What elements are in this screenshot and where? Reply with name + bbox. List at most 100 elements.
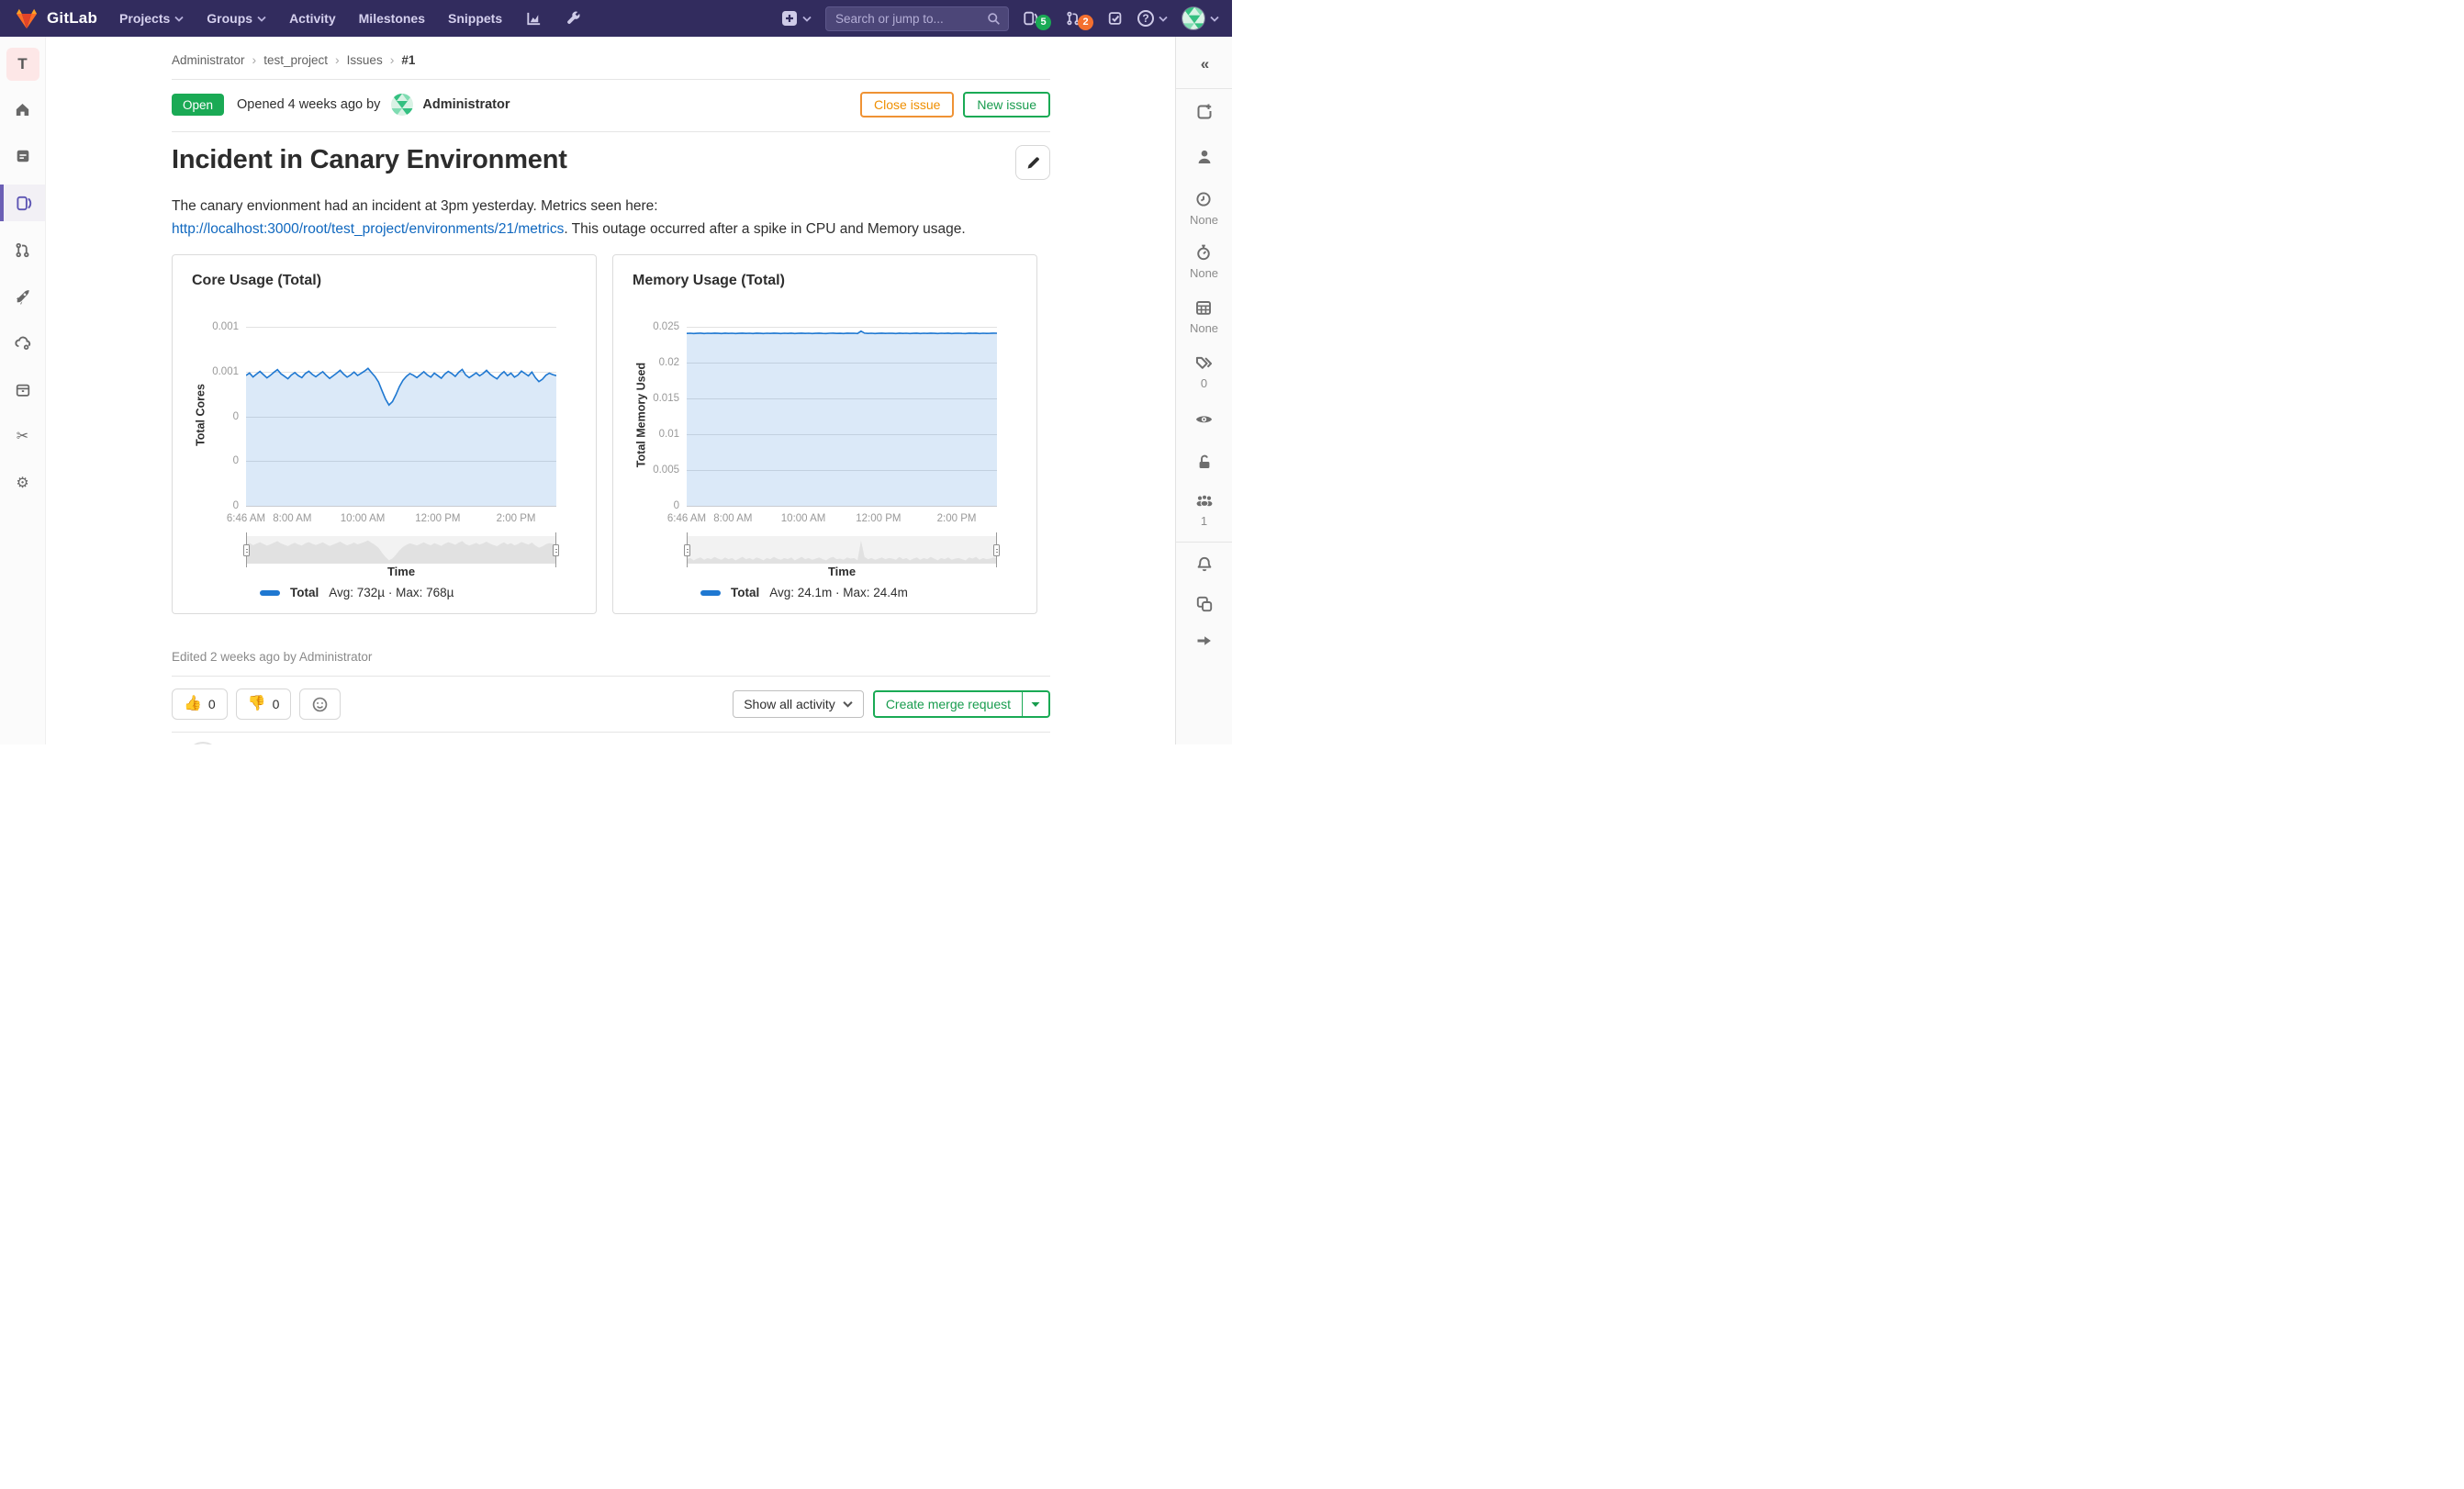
- sidebar-item-issues[interactable]: [0, 185, 45, 221]
- breadcrumb: Administrator › test_project › Issues › …: [172, 37, 1050, 80]
- chart-series: [687, 330, 997, 506]
- memory-usage-chart-card: Memory Usage (Total) Total Memory Used 0…: [612, 254, 1037, 614]
- participants-button[interactable]: 1: [1194, 491, 1215, 528]
- sidebar-item-operations[interactable]: [0, 325, 45, 362]
- legend-swatch: [260, 589, 280, 596]
- add-reaction-button[interactable]: [299, 689, 342, 720]
- project-avatar[interactable]: T: [6, 48, 39, 81]
- merge-requests-button[interactable]: 2: [1065, 10, 1093, 30]
- participants-count: 1: [1200, 514, 1208, 528]
- nav-activity[interactable]: Activity: [289, 11, 336, 26]
- user-menu-button[interactable]: [1182, 6, 1219, 30]
- milestone-button[interactable]: None: [1190, 190, 1218, 227]
- labels-button[interactable]: 0: [1194, 353, 1214, 390]
- scissors-icon: ✂: [16, 429, 29, 444]
- nav-groups[interactable]: Groups: [207, 11, 266, 26]
- y-axis-tick: 0: [232, 410, 239, 422]
- chart-legend[interactable]: Total Avg: 732µ · Max: 768µ: [260, 586, 454, 599]
- sidebar-item-snippets[interactable]: ✂: [0, 419, 45, 455]
- divider: [1176, 88, 1232, 89]
- chart-title: Memory Usage (Total): [633, 273, 785, 288]
- create-merge-request-button[interactable]: Create merge request: [875, 692, 1023, 716]
- todo-add-button[interactable]: [1195, 103, 1214, 121]
- y-axis-tick: 0.01: [658, 429, 679, 440]
- admin-wrench-icon[interactable]: [566, 10, 582, 27]
- new-menu-button[interactable]: [781, 10, 812, 27]
- sidebar-item-settings[interactable]: ⚙: [0, 465, 45, 502]
- chart-plot-area[interactable]: [246, 327, 556, 507]
- pencil-icon: [1027, 156, 1039, 169]
- breadcrumb-issues[interactable]: Issues: [347, 53, 383, 67]
- sidebar-item-packages[interactable]: [0, 372, 45, 409]
- create-merge-request-split-button: Create merge request: [872, 690, 1050, 718]
- cloud-gear-icon: [14, 336, 30, 350]
- chevron-down-icon: [257, 16, 266, 22]
- thumbs-up-icon: 👍: [184, 696, 202, 711]
- breadcrumb-separator: ›: [389, 52, 395, 67]
- x-axis-tick: 8:00 AM: [713, 513, 753, 524]
- opened-text: Opened 4 weeks ago by: [237, 97, 381, 112]
- thumbs-down-button[interactable]: 👎 0: [235, 689, 292, 720]
- y-axis-tick: 0.001: [212, 321, 239, 332]
- scrubber-left-handle[interactable]: [243, 544, 250, 556]
- global-search[interactable]: [825, 6, 1009, 31]
- confidentiality-button[interactable]: [1194, 409, 1214, 429]
- chart-series: [246, 367, 556, 506]
- sidebar-item-repository[interactable]: [0, 138, 45, 174]
- award-emoji-row: 👍 0 👎 0 Show all activity Create merge r…: [172, 689, 1050, 720]
- brand-name[interactable]: GitLab: [47, 9, 97, 28]
- sidebar-item-merge-requests[interactable]: [0, 231, 45, 268]
- metrics-link[interactable]: http://localhost:3000/root/test_project/…: [172, 221, 564, 237]
- nav-milestones[interactable]: Milestones: [359, 11, 425, 26]
- edit-issue-button[interactable]: [1015, 145, 1050, 180]
- chart-zoom-scrubber[interactable]: [684, 532, 1000, 567]
- time-tracking-button[interactable]: None: [1190, 243, 1218, 280]
- charts-icon[interactable]: [525, 10, 543, 28]
- gitlab-logo[interactable]: GitLab: [15, 7, 97, 30]
- chevron-down-icon: [174, 16, 184, 22]
- copy-reference-button[interactable]: [1195, 595, 1214, 613]
- due-date-button[interactable]: None: [1190, 298, 1218, 335]
- top-navbar: GitLab Projects Groups Activity Mileston…: [0, 0, 1232, 37]
- scrubber-right-handle[interactable]: [553, 544, 559, 556]
- issue-title: Incident in Canary Environment: [172, 145, 567, 174]
- assignee-button[interactable]: [1195, 148, 1214, 166]
- scrubber-left-handle[interactable]: [684, 544, 690, 556]
- issue-description: The canary envionment had an incident at…: [172, 198, 966, 237]
- lock-issue-button[interactable]: [1195, 453, 1214, 471]
- sidebar-item-cicd[interactable]: [0, 278, 45, 315]
- file-icon: [17, 150, 28, 162]
- create-mr-dropdown-toggle[interactable]: [1023, 692, 1048, 716]
- mr-count-badge: 2: [1078, 14, 1093, 30]
- divider: [1176, 542, 1232, 543]
- breadcrumb-project[interactable]: test_project: [263, 53, 328, 67]
- move-issue-button[interactable]: [1194, 632, 1214, 650]
- sidebar-item-overview[interactable]: [0, 91, 45, 128]
- nav-snippets[interactable]: Snippets: [448, 11, 502, 26]
- smiley-icon: [313, 697, 328, 711]
- expand-sidebar-button[interactable]: «: [1201, 55, 1210, 73]
- due-date-value: None: [1189, 321, 1219, 335]
- close-issue-button[interactable]: Close issue: [860, 92, 955, 118]
- chart-y-axis-label: Total Memory Used: [634, 362, 648, 468]
- y-axis-tick: 0.001: [212, 365, 239, 377]
- search-input[interactable]: [835, 11, 987, 26]
- scrubber-right-handle[interactable]: [993, 544, 1000, 556]
- todos-button[interactable]: [1107, 10, 1124, 27]
- chart-legend[interactable]: Total Avg: 24.1m · Max: 24.4m: [700, 586, 908, 599]
- package-icon: [16, 384, 29, 397]
- author-name[interactable]: Administrator: [422, 97, 510, 112]
- participants-icon: [1196, 494, 1212, 507]
- author-avatar[interactable]: [391, 94, 414, 116]
- help-menu-button[interactable]: ?: [1137, 10, 1168, 27]
- x-axis-tick: 6:46 AM: [226, 513, 266, 524]
- chart-zoom-scrubber[interactable]: [243, 532, 559, 567]
- nav-projects[interactable]: Projects: [119, 11, 184, 26]
- issues-dashboard-button[interactable]: 5: [1023, 10, 1051, 30]
- breadcrumb-group[interactable]: Administrator: [172, 53, 245, 67]
- new-issue-button[interactable]: New issue: [963, 92, 1050, 118]
- activity-filter-dropdown[interactable]: Show all activity: [733, 690, 864, 718]
- notifications-button[interactable]: [1195, 555, 1214, 574]
- chart-plot-area[interactable]: [687, 327, 997, 507]
- thumbs-up-button[interactable]: 👍 0: [172, 689, 228, 720]
